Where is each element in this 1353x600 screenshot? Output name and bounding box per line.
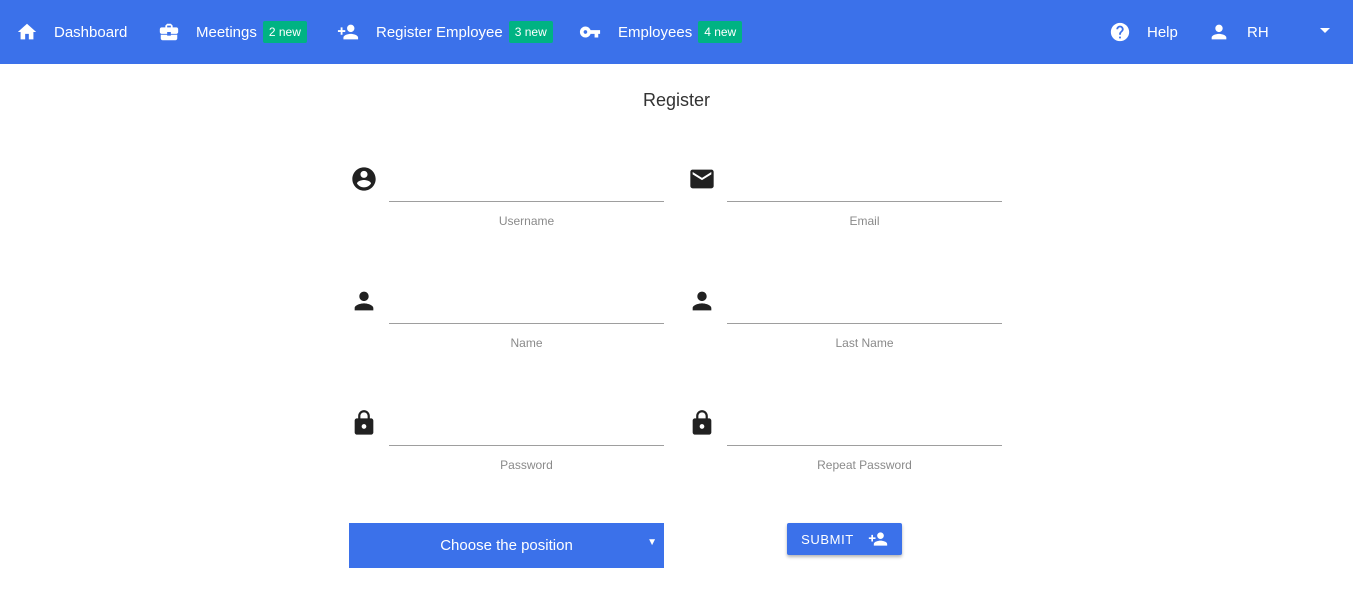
mail-icon xyxy=(687,164,717,194)
name-field: Name xyxy=(349,286,664,356)
top-navbar: Dashboard Meetings 2 new Register Employ… xyxy=(0,0,1353,64)
nav-dashboard-label: Dashboard xyxy=(54,23,128,41)
lock-icon xyxy=(687,408,717,438)
nav-employees-label: Employees xyxy=(618,23,693,41)
last-name-label: Last Name xyxy=(835,336,894,350)
home-icon xyxy=(16,21,38,43)
meetings-badge: 2 new xyxy=(262,21,307,43)
nav-meetings-label: Meetings xyxy=(196,23,257,41)
person-icon xyxy=(349,286,379,316)
nav-user-menu[interactable]: RH xyxy=(1208,0,1338,64)
page-title: Register xyxy=(642,90,711,110)
repeat-password-field: Repeat Password xyxy=(687,408,1002,478)
help-circle-icon xyxy=(1109,21,1131,43)
position-select[interactable]: Choose the position ▼ xyxy=(349,523,664,568)
register-badge: 3 new xyxy=(508,21,553,43)
briefcase-icon xyxy=(158,21,180,43)
email-field: Email xyxy=(687,164,1002,234)
account-circle-icon xyxy=(349,164,379,194)
name-input[interactable] xyxy=(389,288,664,324)
password-input[interactable] xyxy=(389,410,664,446)
username-label: Username xyxy=(498,214,555,228)
nav-user-label: RH xyxy=(1247,23,1269,41)
person-add-icon xyxy=(868,532,888,546)
dropdown-arrow-icon: ▼ xyxy=(647,537,657,548)
email-label: Email xyxy=(849,214,880,228)
nav-help-label: Help xyxy=(1147,23,1178,41)
nav-register-employee[interactable]: Register Employee 3 new xyxy=(337,0,553,64)
nav-meetings[interactable]: Meetings 2 new xyxy=(158,0,307,64)
username-input[interactable] xyxy=(389,166,664,202)
last-name-field: Last Name xyxy=(687,286,1002,356)
nav-register-label: Register Employee xyxy=(376,23,503,41)
person-icon xyxy=(1208,21,1230,43)
repeat-password-input[interactable] xyxy=(727,410,1002,446)
repeat-password-label: Repeat Password xyxy=(817,458,912,472)
person-add-icon xyxy=(337,21,359,43)
employees-badge: 4 new xyxy=(698,21,743,43)
nav-help[interactable]: Help xyxy=(1109,0,1178,64)
password-label: Password xyxy=(500,458,553,472)
person-icon xyxy=(687,286,717,316)
last-name-input[interactable] xyxy=(727,288,1002,324)
key-icon xyxy=(579,21,601,43)
name-label: Name xyxy=(510,336,543,350)
nav-employees[interactable]: Employees 4 new xyxy=(579,0,743,64)
nav-dashboard[interactable]: Dashboard xyxy=(16,0,127,64)
password-field: Password xyxy=(349,408,664,478)
email-input[interactable] xyxy=(727,166,1002,202)
position-select-value: Choose the position xyxy=(440,537,573,554)
submit-button[interactable]: SUBMIT xyxy=(787,523,902,555)
lock-icon xyxy=(349,408,379,438)
username-field: Username xyxy=(349,164,664,234)
caret-down-icon xyxy=(1320,28,1330,33)
submit-label: SUBMIT xyxy=(801,531,854,547)
